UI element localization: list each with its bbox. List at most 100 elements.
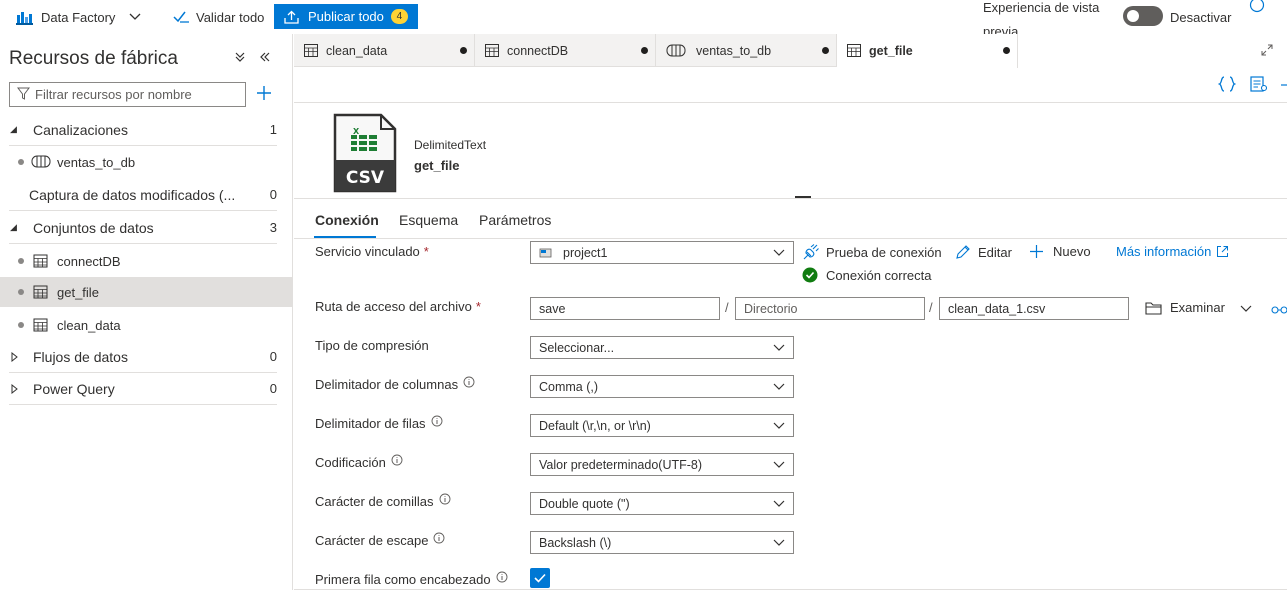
preview-glasses-icon[interactable] (1271, 303, 1287, 315)
chevron-down-icon (773, 383, 785, 390)
browse-button[interactable]: Examinar (1145, 300, 1225, 315)
compression-label: Tipo de compresión (315, 338, 429, 353)
linked-service-select[interactable]: project1 (530, 241, 794, 264)
tree-item-label: get_file (57, 284, 99, 300)
preview-toggle[interactable] (1123, 6, 1163, 26)
new-label: Nuevo (1053, 244, 1091, 259)
panel-title: Recursos de fábrica (9, 48, 178, 69)
bullet (18, 159, 24, 165)
tree-item-label: ventas_to_db (57, 154, 136, 170)
directory-input[interactable]: Directorio (735, 297, 925, 320)
section-label: Canalizaciones (33, 121, 128, 138)
maximize-icon[interactable] (1261, 44, 1273, 56)
column-delimiter-label: Delimitador de columnas (315, 376, 475, 392)
collapse-panel-icon[interactable] (259, 51, 271, 63)
section-power-query[interactable]: Power Query 0 (9, 373, 277, 405)
first-row-header-checkbox[interactable] (530, 568, 550, 588)
more-info-label: Más información (1116, 244, 1212, 259)
section-datasets[interactable]: ◢ Conjuntos de datos 3 (9, 212, 277, 244)
tab-ventas-to-db[interactable]: ventas_to_db (656, 34, 837, 67)
section-pipelines[interactable]: ◢ Canalizaciones 1 (9, 114, 277, 146)
storage-icon (539, 248, 552, 257)
table-icon (485, 44, 499, 57)
select-value: Default (\r,\n, or \r\n) (539, 418, 651, 433)
tree-item-clean-data[interactable]: clean_data (0, 310, 293, 340)
section-change-data-capture[interactable]: Captura de datos modificados (... 0 (9, 179, 277, 211)
test-connection-button[interactable]: Prueba de conexión (802, 244, 942, 260)
filter-icon (17, 87, 30, 100)
compression-select[interactable]: Seleccionar... (530, 336, 794, 359)
label-text: Primera fila como encabezado (315, 572, 491, 587)
section-count: 0 (269, 349, 277, 364)
test-connection-label: Prueba de conexión (826, 244, 942, 260)
settings-circle-icon[interactable] (1249, 0, 1265, 13)
factory-resources-panel: Recursos de fábrica Filtrar recursos por… (0, 34, 293, 590)
preview-label-line1: Experiencia de vista (983, 0, 1100, 15)
info-icon[interactable] (463, 376, 475, 388)
first-row-header-label: Primera fila como encabezado (315, 571, 508, 587)
encoding-label: Codificación (315, 454, 403, 470)
label-text: Delimitador de filas (315, 416, 426, 431)
properties-icon[interactable] (1250, 76, 1268, 92)
subtab-schema[interactable]: Esquema (399, 212, 458, 228)
column-delimiter-select[interactable]: Comma (,) (530, 375, 794, 398)
edit-label: Editar (978, 244, 1012, 260)
label-text: Servicio vinculado (315, 244, 420, 259)
table-icon (847, 44, 861, 57)
tab-clean-data[interactable]: clean_data (294, 34, 475, 67)
file-name-input[interactable]: clean_data_1.csv (939, 297, 1129, 320)
path-separator: / (929, 300, 933, 315)
chevron-down-icon (773, 461, 785, 468)
subtab-parameters[interactable]: Parámetros (479, 212, 551, 228)
unsaved-dot (1003, 47, 1010, 54)
chevron-down-icon (773, 344, 785, 351)
publish-all-button[interactable]: Publicar todo 4 (274, 4, 418, 29)
chevron-down-icon (773, 539, 785, 546)
escape-char-select[interactable]: Backslash (\) (530, 531, 794, 554)
data-factory-menu[interactable]: Data Factory (16, 0, 141, 34)
toggle-knob (1127, 10, 1139, 22)
tab-label: ventas_to_db (696, 43, 772, 58)
info-icon[interactable] (433, 532, 445, 544)
tree-item-connectdb[interactable]: connectDB (0, 246, 293, 276)
label-text: Ruta de acceso del archivo (315, 299, 472, 314)
section-count: 1 (269, 122, 277, 137)
tree-item-ventas-to-db[interactable]: ventas_to_db (0, 147, 293, 177)
subtab-connection[interactable]: Conexión (315, 212, 379, 228)
chevron-down-icon (773, 500, 785, 507)
validate-all-button[interactable]: Validar todo (173, 0, 264, 34)
info-icon[interactable] (431, 415, 443, 427)
info-icon[interactable] (391, 454, 403, 466)
chevron-down-icon[interactable] (1240, 303, 1252, 313)
tab-get-file[interactable]: get_file (837, 34, 1018, 68)
add-resource-icon[interactable] (256, 85, 272, 101)
new-button[interactable]: Nuevo (1029, 244, 1091, 259)
publish-label: Publicar todo (308, 9, 384, 24)
info-icon[interactable] (439, 493, 451, 505)
container-input[interactable]: save (530, 297, 720, 320)
more-icon[interactable] (1281, 77, 1287, 93)
escape-char-label: Carácter de escape (315, 532, 445, 548)
row-delimiter-label: Delimitador de filas (315, 415, 443, 431)
tree-item-get-file[interactable]: get_file (0, 277, 293, 307)
bullet (18, 322, 24, 328)
section-count: 0 (269, 187, 277, 202)
edit-button[interactable]: Editar (955, 244, 1012, 260)
select-value: Double quote (") (539, 496, 630, 511)
more-info-link[interactable]: Más información (1116, 244, 1229, 259)
dataset-name: get_file (414, 158, 460, 173)
section-label: Conjuntos de datos (33, 219, 154, 236)
info-icon[interactable] (496, 571, 508, 583)
section-data-flows[interactable]: Flujos de datos 0 (9, 341, 277, 373)
filter-resources-input[interactable]: Filtrar recursos por nombre (9, 82, 246, 107)
collapse-all-icon[interactable] (234, 51, 246, 63)
row-delimiter-select[interactable]: Default (\r,\n, or \r\n) (530, 414, 794, 437)
chevron-down-icon (129, 13, 141, 20)
required-marker: * (475, 299, 481, 314)
connection-status: Conexión correcta (802, 267, 932, 283)
code-icon[interactable] (1218, 76, 1236, 92)
tab-connectdb[interactable]: connectDB (475, 34, 656, 67)
encoding-select[interactable]: Valor predeterminado(UTF-8) (530, 453, 794, 476)
tree-item-label: connectDB (57, 253, 121, 269)
quote-char-select[interactable]: Double quote (") (530, 492, 794, 515)
